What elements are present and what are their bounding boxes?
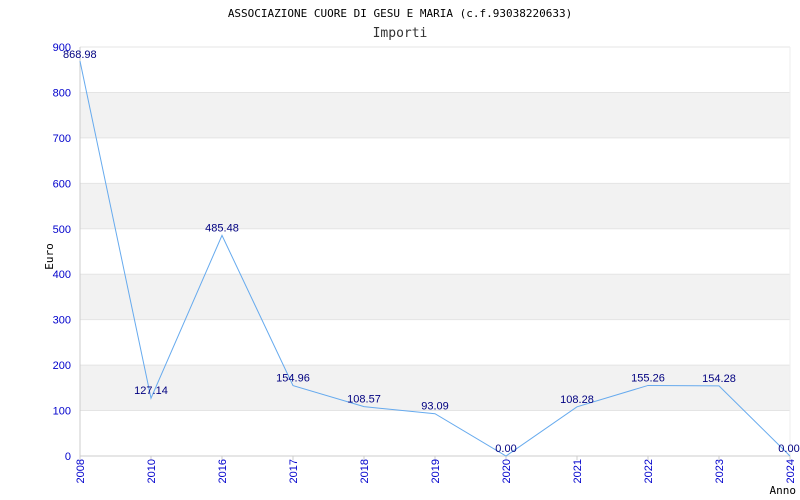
chart-subtitle: Importi xyxy=(373,26,428,41)
x-tick-label: 2023 xyxy=(714,459,726,483)
y-tick-label: 100 xyxy=(53,406,71,418)
y-tick-label: 400 xyxy=(53,269,71,281)
y-axis-label: Euro xyxy=(43,243,56,270)
data-label: 108.28 xyxy=(560,394,594,406)
data-label: 0.00 xyxy=(495,443,516,455)
x-tick-label: 2019 xyxy=(430,459,442,483)
x-tick-label: 2017 xyxy=(288,459,300,483)
y-tick-label: 800 xyxy=(53,87,71,99)
y-tick-label: 0 xyxy=(65,451,71,463)
x-tick-label: 2020 xyxy=(501,459,513,483)
y-tick-label: 200 xyxy=(53,360,71,372)
grid-band xyxy=(80,183,790,229)
grid-bands xyxy=(80,92,790,411)
data-label: 108.57 xyxy=(347,394,381,406)
x-tick-label: 2016 xyxy=(217,459,229,483)
data-label: 485.48 xyxy=(205,222,239,234)
chart-title: ASSOCIAZIONE CUORE DI GESU E MARIA (c.f.… xyxy=(228,7,572,20)
x-tick-label: 2018 xyxy=(359,459,371,483)
data-label: 0.00 xyxy=(778,443,799,455)
y-tick-label: 300 xyxy=(53,315,71,327)
data-label: 868.98 xyxy=(63,49,97,61)
x-axis-label: Anno xyxy=(770,484,797,497)
y-tick-label: 500 xyxy=(53,224,71,236)
y-tick-label: 700 xyxy=(53,133,71,145)
x-tick-label: 2022 xyxy=(643,459,655,483)
x-tick-label: 2008 xyxy=(75,459,87,483)
grid-band xyxy=(80,92,790,138)
x-tick-label: 2021 xyxy=(572,459,584,483)
grid-band xyxy=(80,274,790,320)
data-label: 154.96 xyxy=(276,373,310,385)
data-label: 127.14 xyxy=(134,385,168,397)
data-label: 154.28 xyxy=(702,373,736,385)
data-label: 155.26 xyxy=(631,372,665,384)
x-tick-label: 2024 xyxy=(785,459,797,483)
y-tick-label: 600 xyxy=(53,178,71,190)
line-chart: ASSOCIAZIONE CUORE DI GESU E MARIA (c.f.… xyxy=(43,7,800,497)
x-tick-labels: 2008 2010 2016 2017 2018 2019 2020 2021 2022 2023… xyxy=(75,456,797,483)
data-label: 93.09 xyxy=(421,401,449,413)
x-tick-label: 2010 xyxy=(146,459,158,483)
